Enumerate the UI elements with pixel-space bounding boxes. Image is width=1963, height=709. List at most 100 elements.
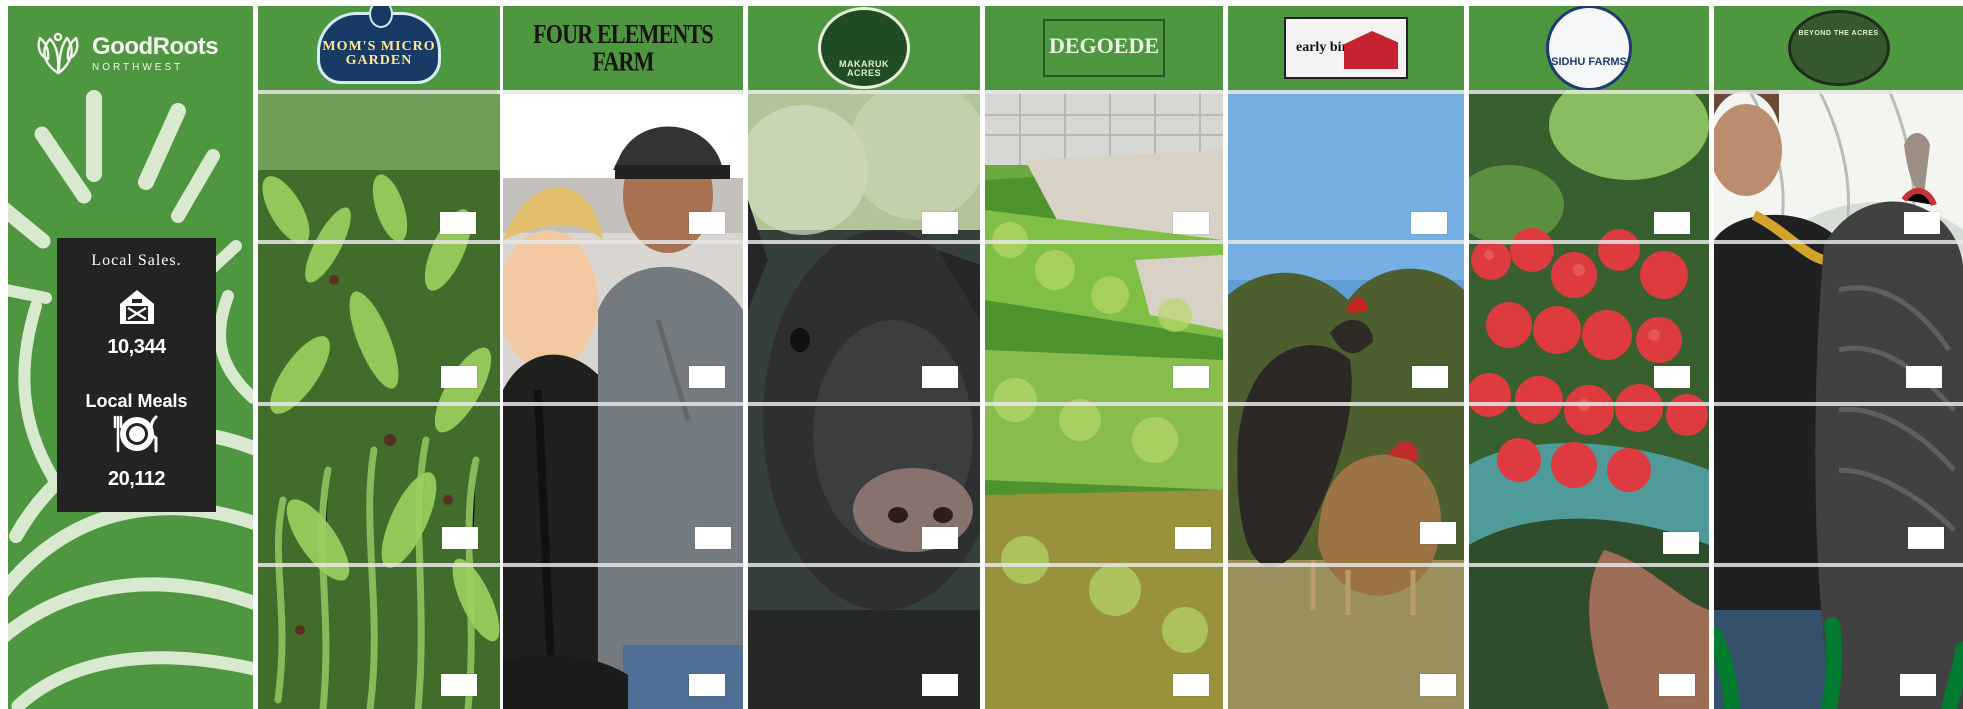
brand-text: GoodRoots NORTHWEST xyxy=(92,33,219,73)
image-marker[interactable] xyxy=(1173,366,1209,388)
image-grid-line xyxy=(985,90,1223,94)
image-marker[interactable] xyxy=(1412,366,1448,388)
farm-header-sidhu-farms: SIDHU FARMS xyxy=(1469,6,1709,91)
plant-photo-illustration xyxy=(258,90,500,709)
moms-micro-garden-logo[interactable]: MOM'S MICRO GARDEN xyxy=(317,6,441,84)
farmers-portrait-photo xyxy=(503,90,743,709)
moms-micro-garden-logo-text: MOM'S MICRO GARDEN xyxy=(322,39,436,68)
image-grid-line xyxy=(1228,563,1464,567)
local-impact-stats-panel: Local Sales. 10,344 Local Meals 20,112 xyxy=(57,238,216,512)
beyond-the-acres-logo-text: BEYOND THE ACRES xyxy=(1798,29,1879,37)
image-marker[interactable] xyxy=(441,366,477,388)
brand-subtitle: NORTHWEST xyxy=(92,62,184,73)
plate-utensils-icon xyxy=(113,415,158,453)
image-grid-line xyxy=(1469,90,1709,94)
farm-header-early-bird-farm: early bird farm xyxy=(1228,6,1464,90)
image-marker[interactable] xyxy=(922,366,958,388)
makaruk-acres-logo[interactable]: MAKARUK ACRES xyxy=(818,7,910,89)
early-bird-farm-logo-text: early bird farm xyxy=(1296,40,1389,55)
image-grid-line xyxy=(1714,240,1963,244)
farm-column-early-bird-farm[interactable]: early bird farm xyxy=(1228,6,1464,709)
pig-photo xyxy=(748,90,980,709)
farm-column-sidhu-farms[interactable]: SIDHU FARMS xyxy=(1469,6,1709,709)
four-elements-farm-logo-text: FOUR ELEMENTS FARM xyxy=(533,18,713,77)
farmers-photo-illustration xyxy=(503,90,743,709)
image-grid-line xyxy=(1228,90,1464,94)
image-marker[interactable] xyxy=(1411,212,1447,234)
image-marker[interactable] xyxy=(1659,674,1695,696)
image-marker[interactable] xyxy=(1663,532,1699,554)
four-elements-farm-logo[interactable]: FOUR ELEMENTS FARM xyxy=(523,18,723,77)
image-marker[interactable] xyxy=(1654,212,1690,234)
image-marker[interactable] xyxy=(922,527,958,549)
image-marker[interactable] xyxy=(1420,674,1456,696)
greenhouse-photo-illustration xyxy=(985,90,1223,709)
sidhu-farms-logo-text: SIDHU FARMS xyxy=(1551,55,1627,68)
image-marker[interactable] xyxy=(689,212,725,234)
image-grid-line xyxy=(748,90,980,94)
sidhu-farms-logo[interactable]: SIDHU FARMS xyxy=(1546,6,1632,91)
image-grid-line xyxy=(503,90,743,94)
farm-column-beyond-the-acres[interactable]: BEYOND THE ACRES xyxy=(1714,6,1963,709)
goodroots-northwest-logo: GoodRoots NORTHWEST xyxy=(32,26,242,82)
farm-header-beyond-the-acres: BEYOND THE ACRES xyxy=(1714,6,1963,90)
pig-photo-illustration xyxy=(748,90,980,709)
image-marker[interactable] xyxy=(695,527,731,549)
farm-header-makaruk-acres: MAKARUK ACRES xyxy=(748,6,980,90)
image-grid-line xyxy=(985,402,1223,406)
image-grid-line xyxy=(258,240,500,244)
image-grid-line xyxy=(258,563,500,567)
image-grid-line xyxy=(1714,402,1963,406)
image-grid-line xyxy=(1469,563,1709,567)
barn-icon xyxy=(120,290,154,324)
image-marker[interactable] xyxy=(1420,522,1456,544)
farm-column-four-elements-farm[interactable]: FOUR ELEMENTS FARM xyxy=(503,6,743,709)
image-marker[interactable] xyxy=(922,674,958,696)
image-marker[interactable] xyxy=(442,527,478,549)
turkey-farmer-photo-illustration xyxy=(1714,90,1963,709)
brand-sidebar: GoodRoots NORTHWEST Local Sales. 10,344 … xyxy=(8,6,253,709)
image-grid-line xyxy=(748,402,980,406)
raspberries-photo-illustration xyxy=(1469,90,1709,709)
local-sales-value: 10,344 xyxy=(107,336,166,358)
image-grid-line xyxy=(258,90,500,94)
farm-column-makaruk-acres[interactable]: MAKARUK ACRES xyxy=(748,6,980,709)
image-marker[interactable] xyxy=(1173,212,1209,234)
local-meals-label: Local Meals xyxy=(85,391,188,411)
image-marker[interactable] xyxy=(1904,212,1940,234)
image-marker[interactable] xyxy=(1173,674,1209,696)
farm-header-degoede-farms: DEGOEDE xyxy=(985,6,1223,90)
image-grid-line xyxy=(1714,90,1963,94)
greenhouse-lettuce-photo xyxy=(985,90,1223,709)
early-bird-farm-logo[interactable]: early bird farm xyxy=(1284,17,1408,79)
image-grid-line xyxy=(503,402,743,406)
brand-name: GoodRoots xyxy=(92,33,219,60)
image-grid-line xyxy=(1228,402,1464,406)
image-grid-line xyxy=(1469,402,1709,406)
image-grid-line xyxy=(503,240,743,244)
image-marker[interactable] xyxy=(440,212,476,234)
image-grid-line xyxy=(748,240,980,244)
image-marker[interactable] xyxy=(1654,366,1690,388)
farm-column-moms-micro-garden[interactable]: MOM'S MICRO GARDEN xyxy=(258,6,500,709)
image-grid-line xyxy=(503,563,743,567)
image-marker[interactable] xyxy=(1906,366,1942,388)
farm-column-degoede-farms[interactable]: DEGOEDE xyxy=(985,6,1223,709)
farm-header-moms-micro-garden: MOM'S MICRO GARDEN xyxy=(258,6,500,90)
image-marker[interactable] xyxy=(1175,527,1211,549)
image-marker[interactable] xyxy=(689,366,725,388)
image-marker[interactable] xyxy=(1908,527,1944,549)
image-marker[interactable] xyxy=(689,674,725,696)
image-marker[interactable] xyxy=(441,674,477,696)
image-marker[interactable] xyxy=(922,212,958,234)
beyond-the-acres-logo[interactable]: BEYOND THE ACRES xyxy=(1787,10,1890,86)
local-farms-dashboard: GoodRoots NORTHWEST Local Sales. 10,344 … xyxy=(0,0,1963,709)
local-sales-title: Local Sales. xyxy=(91,252,182,269)
image-marker[interactable] xyxy=(1900,674,1936,696)
chickens-photo-illustration xyxy=(1228,90,1464,709)
image-grid-line xyxy=(1714,563,1963,567)
degoede-farms-logo[interactable]: DEGOEDE xyxy=(1043,19,1165,77)
image-grid-line xyxy=(985,563,1223,567)
micro-garden-plants-photo xyxy=(258,90,500,709)
image-grid-line xyxy=(258,402,500,406)
